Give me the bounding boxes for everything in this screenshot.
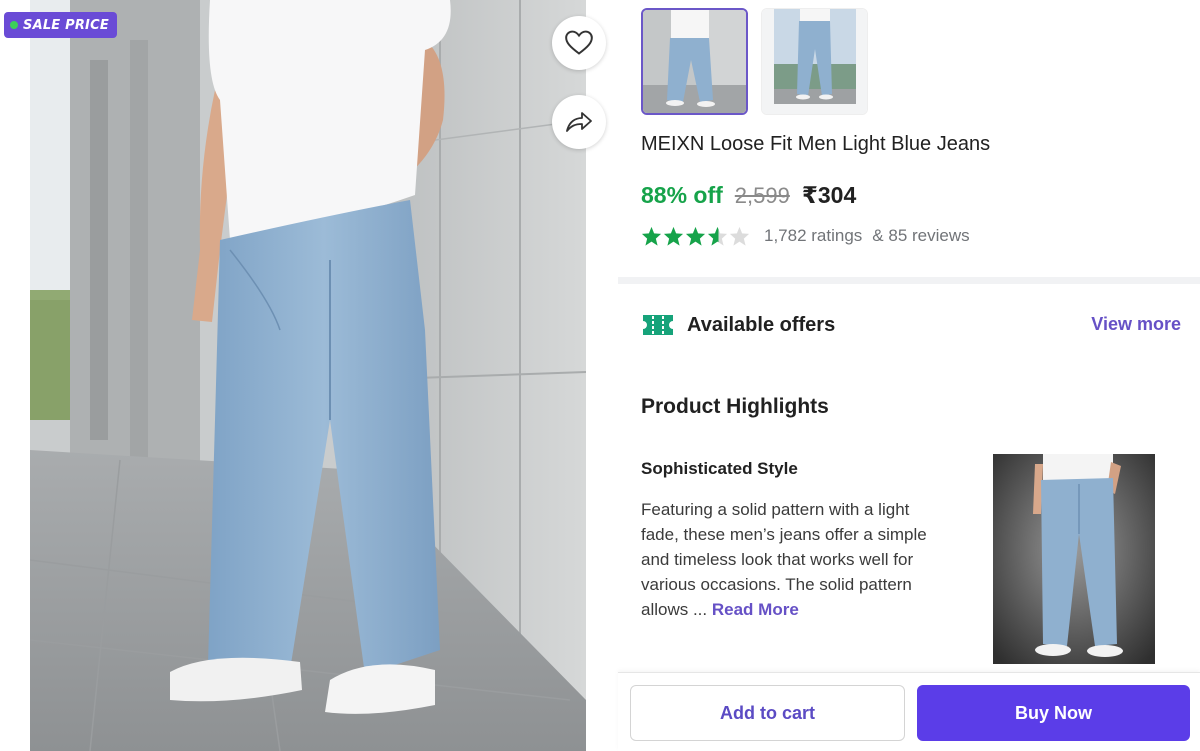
buy-now-button[interactable]: Buy Now — [917, 685, 1190, 741]
star-rating — [641, 226, 750, 246]
highlight-image[interactable] — [993, 454, 1155, 664]
reviews-count: & 85 reviews — [872, 226, 970, 245]
share-button[interactable] — [552, 95, 606, 149]
highlight-description: Featuring a solid pattern with a light f… — [641, 497, 941, 622]
product-main-image[interactable] — [30, 0, 586, 751]
heart-icon — [565, 30, 593, 55]
star-empty-icon — [729, 226, 750, 246]
add-to-cart-button[interactable]: Add to cart — [630, 685, 905, 741]
product-highlights-title: Product Highlights — [641, 395, 829, 418]
star-half-icon — [707, 226, 728, 246]
ticket-icon — [643, 315, 673, 335]
discount-percent: 88% off — [641, 182, 723, 208]
sale-price-badge: SALE PRICE — [4, 12, 117, 38]
highlight-photo-illustration — [993, 454, 1155, 664]
thumbnail-image — [643, 10, 746, 113]
price-row: 88% off 2,599 ₹304 — [641, 182, 856, 209]
read-more-link[interactable]: Read More — [712, 600, 799, 619]
selling-price: ₹304 — [801, 182, 857, 208]
original-price: 2,599 — [734, 183, 790, 208]
view-more-link[interactable]: View more — [1091, 314, 1181, 335]
product-photo-illustration — [30, 0, 586, 751]
rating-row[interactable]: 1,782 ratings & 85 reviews — [641, 226, 970, 246]
share-icon — [566, 112, 592, 132]
wishlist-button[interactable] — [552, 16, 606, 70]
product-title: MEIXN Loose Fit Men Light Blue Jeans — [641, 133, 991, 155]
available-offers-title: Available offers — [687, 313, 836, 336]
star-filled-icon — [685, 226, 706, 246]
available-offers-row[interactable]: Available offers View more — [641, 308, 1181, 342]
thumbnail-image — [762, 9, 867, 114]
highlight-heading: Sophisticated Style — [641, 459, 798, 478]
status-dot-icon — [10, 21, 18, 29]
star-filled-icon — [641, 226, 662, 246]
sale-price-label: SALE PRICE — [23, 17, 109, 33]
star-filled-icon — [663, 226, 684, 246]
ratings-count: 1,782 ratings — [764, 226, 863, 245]
thumbnail-full-view[interactable] — [761, 8, 868, 115]
thumbnail-front-view[interactable] — [641, 8, 748, 115]
section-divider — [618, 277, 1200, 284]
